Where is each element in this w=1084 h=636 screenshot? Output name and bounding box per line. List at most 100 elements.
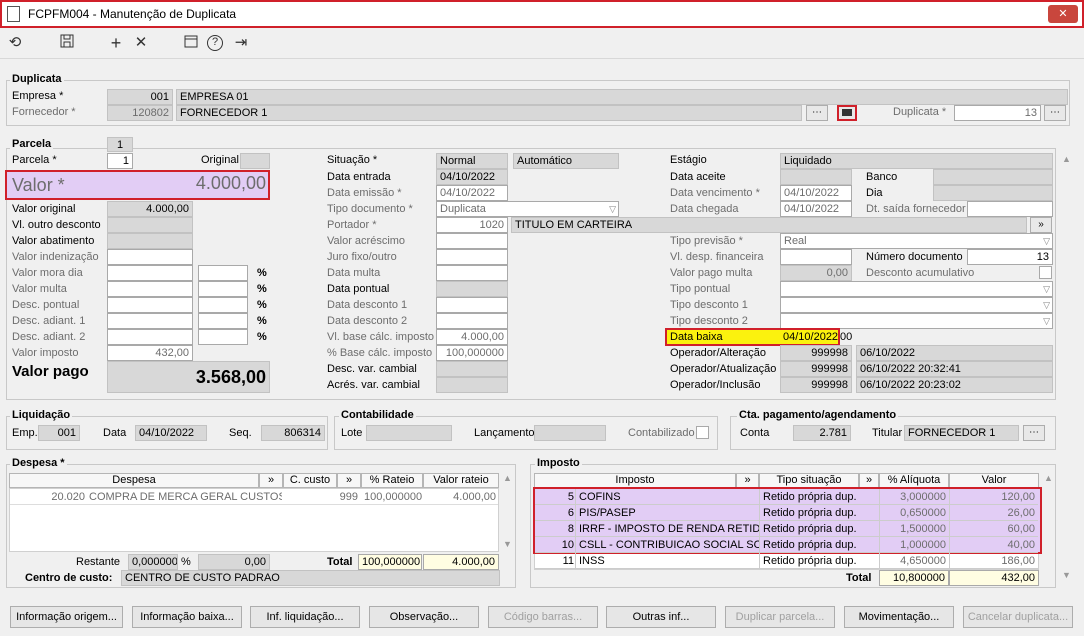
col-ccusto-chevron[interactable]: » [337,473,361,488]
table-row[interactable]: 10 CSLL - CONTRIBUICAO SOCIAL SOB Retido p… [535,537,1038,553]
valor-abatimento-field[interactable] [107,233,193,249]
col-rateio[interactable]: % Rateio [361,473,423,488]
col-tipo-chevron[interactable]: » [859,473,879,488]
informacao-baixa-button[interactable]: Informação baixa... [132,606,242,628]
desc-adiant2-pct-field[interactable] [198,329,248,345]
valor-acrescimo-field[interactable] [436,233,508,249]
original-field[interactable] [240,153,270,169]
restante-pct-field[interactable]: 0,000000 [128,554,178,570]
valor-imposto-field[interactable]: 432,00 [107,345,193,361]
data-venc-field[interactable]: 04/10/2022 [780,185,852,201]
valor-indenizacao-field[interactable] [107,249,193,265]
tipo-desc2-select[interactable]: ▽ [780,313,1053,329]
imposto-total-val[interactable]: 432,00 [949,570,1039,586]
valor-mora-dia-pct-field[interactable] [198,265,248,281]
despesa-scroll-up-icon[interactable]: ▲ [503,473,512,483]
numero-doc-field[interactable]: 13 [967,249,1053,265]
col-imposto[interactable]: Imposto [534,473,736,488]
parcela-field[interactable]: 1 [107,153,133,169]
op-alt-code[interactable]: 999998 [780,345,852,361]
op-inc-date[interactable]: 06/10/2022 20:23:02 [856,377,1053,393]
duplicar-parcela-button[interactable]: Duplicar parcela... [725,606,835,628]
parcela-tab-num[interactable]: 1 [107,137,133,152]
col-valor-rateio[interactable]: Valor rateio [423,473,499,488]
automatico-field[interactable]: Automático [513,153,619,169]
data-aceite-field[interactable] [780,169,852,185]
col-aliquota[interactable]: % Alíquota [879,473,949,488]
inf-liquidacao-button[interactable]: Inf. liquidação... [250,606,360,628]
acres-var-field[interactable] [436,377,508,393]
codigo-barras-button[interactable]: Código barras... [488,606,598,628]
outras-inf-button[interactable]: Outras inf... [606,606,716,628]
col-valor[interactable]: Valor [949,473,1039,488]
tipo-documento-select[interactable]: Duplicata ▽ [436,201,619,217]
vl-desp-field[interactable] [780,249,852,265]
despesa-total-pct[interactable]: 100,000000 [358,554,422,570]
empresa-code-field[interactable]: 001 [107,89,173,105]
movimentacao-button[interactable]: Movimentação... [844,606,954,628]
titular-search-button[interactable]: ⋯ [1023,425,1045,441]
col-despesa[interactable]: Despesa [9,473,259,488]
remove-icon[interactable]: ✕ [132,34,150,52]
data-emissao-field[interactable]: 04/10/2022 [436,185,508,201]
data-pontual-field[interactable] [436,281,508,297]
refresh-icon[interactable]: ⟲ [6,34,24,52]
observacao-button[interactable]: Observação... [369,606,479,628]
portador-name-field[interactable]: TITULO EM CARTEIRA [511,217,1027,233]
titular-field[interactable]: FORNECEDOR 1 [904,425,1019,441]
tipo-previsao-select[interactable]: Real ▽ [780,233,1053,249]
liq-emp-field[interactable]: 001 [38,425,80,441]
desc-adiant2-field[interactable] [107,329,193,345]
banco-field[interactable] [933,169,1053,185]
vl-base-field[interactable]: 4.000,00 [436,329,508,345]
tipo-desc1-select[interactable]: ▽ [780,297,1053,313]
close-button[interactable]: ✕ [1048,5,1078,23]
desc-adiant1-field[interactable] [107,313,193,329]
dia-field[interactable] [933,185,1053,201]
desconto-acum-checkbox[interactable] [1039,266,1052,279]
tab-parcela[interactable]: Parcela [10,138,54,150]
liq-data-field[interactable]: 04/10/2022 [135,425,207,441]
col-despesa-chevron[interactable]: » [259,473,283,488]
table-row[interactable]: 20.020 COMPRA DE MERCA GERAL CUSTOS M 99… [10,489,498,505]
table-row[interactable]: 5 COFINS Retido própria dup. 3,000000 120,00 [535,489,1038,505]
table-row[interactable]: 11 INSS Retido própria dup. 4,650000 186,00 [535,553,1038,569]
despesa-scroll-down-icon[interactable]: ▼ [503,539,512,549]
col-ccusto[interactable]: C. custo [283,473,337,488]
op-alt-date[interactable]: 06/10/2022 [856,345,1053,361]
desc-adiant1-pct-field[interactable] [198,313,248,329]
valor-multa-field[interactable] [107,281,193,297]
restante-val-field[interactable]: 0,00 [198,554,270,570]
centro-field[interactable]: CENTRO DE CUSTO PADRAO [121,570,500,586]
liq-seq-field[interactable]: 806314 [261,425,325,441]
valor-pago-multa-field[interactable]: 0,00 [780,265,852,281]
lote-field[interactable] [366,425,452,441]
help-icon[interactable]: ? [207,35,223,51]
table-row[interactable]: 8 IRRF - IMPOSTO DE RENDA RETIDO N Retido … [535,521,1038,537]
fornecedor-calc-button[interactable] [837,105,857,121]
duplicata-field[interactable]: 13 [954,105,1041,121]
imposto-total-aliq[interactable]: 10,800000 [879,570,949,586]
valor-original-field[interactable]: 4.000,00 [107,201,193,217]
data-desc2-field[interactable] [436,313,508,329]
op-inc-code[interactable]: 999998 [780,377,852,393]
op-atu-code[interactable]: 999998 [780,361,852,377]
cancelar-duplicata-button[interactable]: Cancelar duplicata... [963,606,1073,628]
data-chegada-field[interactable]: 04/10/2022 [780,201,852,217]
scrollbar[interactable]: ▲ ▼ [1059,148,1075,582]
add-icon[interactable]: + [107,34,125,52]
situacao-field[interactable]: Normal [436,153,508,169]
data-multa-field[interactable] [436,265,508,281]
valor-pago-field[interactable]: 3.568,00 [107,361,270,393]
valor-value[interactable]: 4.000,00 [196,173,266,194]
data-entrada-field[interactable]: 04/10/2022 [436,169,508,185]
valor-multa-pct-field[interactable] [198,281,248,297]
exit-icon[interactable]: ⇥ [232,34,250,52]
lancamento-field[interactable] [534,425,606,441]
dt-saida-field[interactable] [967,201,1053,217]
contabilizado-checkbox[interactable] [696,426,709,439]
fornecedor-name-field[interactable]: FORNECEDOR 1 [176,105,802,121]
portador-search-button[interactable]: » [1030,217,1052,233]
empresa-name-field[interactable]: EMPRESA 01 [176,89,1068,105]
fornecedor-code-field[interactable]: 120802 [107,105,173,121]
